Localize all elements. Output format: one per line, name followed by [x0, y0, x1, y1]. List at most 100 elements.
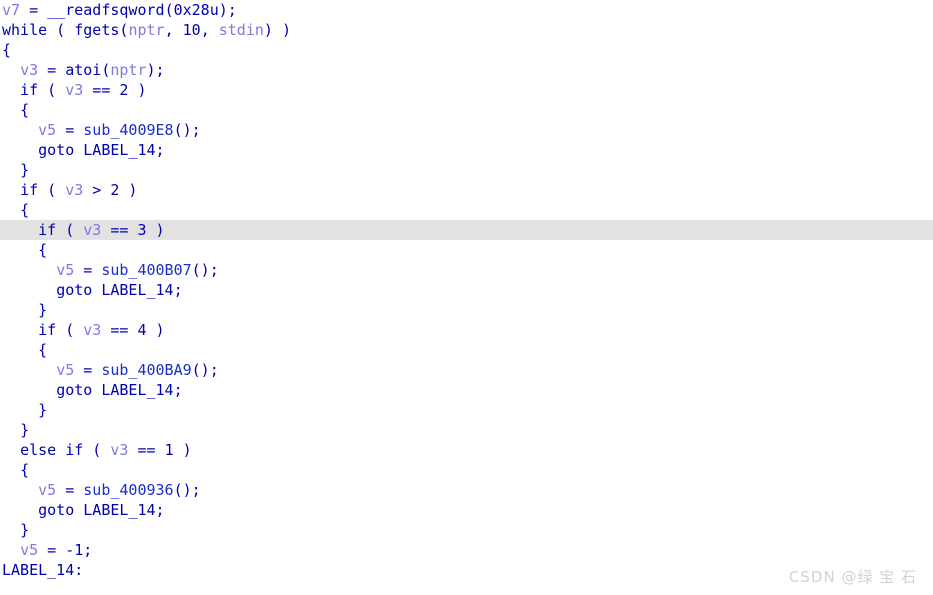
code-token-punct: ); [146, 61, 165, 79]
code-token-punct: } [38, 401, 48, 419]
code-line[interactable]: goto LABEL_14; [0, 280, 933, 300]
code-token-punct: ); [218, 1, 237, 19]
code-token-var: v5 [38, 481, 57, 499]
code-token-plain: == [101, 321, 138, 339]
code-line[interactable]: } [0, 400, 933, 420]
code-token-num: -1 [65, 541, 84, 559]
code-token-var: v7 [2, 1, 21, 19]
code-token-num: 3 [137, 221, 147, 239]
code-line[interactable]: { [0, 40, 933, 60]
code-line[interactable]: } [0, 300, 933, 320]
code-token-punct: ; [155, 501, 165, 519]
code-token-key: while [2, 21, 48, 39]
code-token-punct: ; [173, 381, 183, 399]
code-token-plain: ( [38, 181, 66, 199]
code-token-plain: = [20, 1, 48, 19]
code-token-func: sub_4009E8 [83, 121, 174, 139]
code-token-label: LABEL_14 [83, 141, 156, 159]
code-token-var: v3 [110, 441, 129, 459]
code-line[interactable]: } [0, 520, 933, 540]
code-token-punct: (); [173, 481, 201, 499]
code-token-var: stdin [218, 21, 264, 39]
code-token-num: 4 [137, 321, 147, 339]
code-token-func: sub_400936 [83, 481, 174, 499]
code-line[interactable]: if ( v3 == 4 ) [0, 320, 933, 340]
code-token-var: v3 [65, 81, 84, 99]
code-line[interactable]: goto LABEL_14; [0, 140, 933, 160]
code-token-label: LABEL_14 [2, 561, 75, 579]
code-token-punct: { [20, 101, 30, 119]
code-line[interactable]: { [0, 100, 933, 120]
code-token-key: if [38, 221, 57, 239]
code-token-label: LABEL_14 [101, 381, 174, 399]
code-line[interactable]: goto LABEL_14; [0, 380, 933, 400]
code-line[interactable]: { [0, 460, 933, 480]
code-line[interactable]: while ( fgets(nptr, 10, stdin) ) [0, 20, 933, 40]
code-line[interactable]: goto LABEL_14; [0, 500, 933, 520]
code-line[interactable]: { [0, 240, 933, 260]
code-token-key: if [65, 441, 84, 459]
code-token-plain: == [83, 81, 120, 99]
code-token-plain: = [56, 481, 84, 499]
code-line[interactable]: v5 = sub_400B07(); [0, 260, 933, 280]
code-token-var: v3 [83, 221, 102, 239]
pseudocode-code-view[interactable]: v7 = __readfsqword(0x28u); while ( fgets(… [0, 0, 933, 595]
code-token-var: nptr [110, 61, 147, 79]
code-token-plain: ) [146, 321, 165, 339]
code-token-punct: (); [173, 121, 201, 139]
code-line[interactable]: if ( v3 == 2 ) [0, 80, 933, 100]
code-token-punct: ( [164, 1, 174, 19]
code-line[interactable]: } [0, 420, 933, 440]
code-token-punct: } [20, 161, 30, 179]
code-line[interactable]: v5 = sub_400BA9(); [0, 360, 933, 380]
code-token-plain: = [74, 361, 102, 379]
code-line[interactable]: v5 = sub_4009E8(); [0, 120, 933, 140]
code-line[interactable]: { [0, 200, 933, 220]
csdn-watermark: CSDN @绿 宝 石 [788, 568, 917, 586]
code-token-num: 1 [164, 441, 174, 459]
code-line[interactable]: v3 = atoi(nptr); [0, 60, 933, 80]
code-token-punct: { [2, 41, 12, 59]
code-token-plain: ( [56, 321, 84, 339]
code-token-key: if [20, 81, 39, 99]
code-token-key: goto [56, 281, 93, 299]
code-token-plain: == [101, 221, 138, 239]
code-line[interactable]: v7 = __readfsqword(0x28u); [0, 0, 933, 20]
code-line[interactable]: else if ( v3 == 1 ) [0, 440, 933, 460]
code-line[interactable]: { [0, 340, 933, 360]
code-token-plain: = [38, 61, 66, 79]
code-line[interactable]: v5 = sub_400936(); [0, 480, 933, 500]
code-line[interactable]: if ( v3 > 2 ) [0, 180, 933, 200]
code-token-plain: == [128, 441, 165, 459]
code-token-var: nptr [128, 21, 165, 39]
code-token-var: v5 [56, 261, 75, 279]
code-token-var: v5 [38, 121, 57, 139]
code-token-punct: ; [173, 281, 183, 299]
code-token-label: LABEL_14 [83, 501, 156, 519]
code-token-plain: ) [128, 81, 147, 99]
code-token-key: if [38, 321, 57, 339]
code-line-highlighted[interactable]: if ( v3 == 3 ) [0, 220, 933, 240]
code-line[interactable]: } [0, 160, 933, 180]
code-line[interactable]: v5 = -1; [0, 540, 933, 560]
code-token-num: 10 [182, 21, 201, 39]
code-token-plain: ) [146, 221, 165, 239]
code-token-plain: = [38, 541, 66, 559]
code-token-punct: : [74, 561, 84, 579]
code-token-punct: { [38, 241, 48, 259]
code-token-plain: ( [83, 441, 111, 459]
